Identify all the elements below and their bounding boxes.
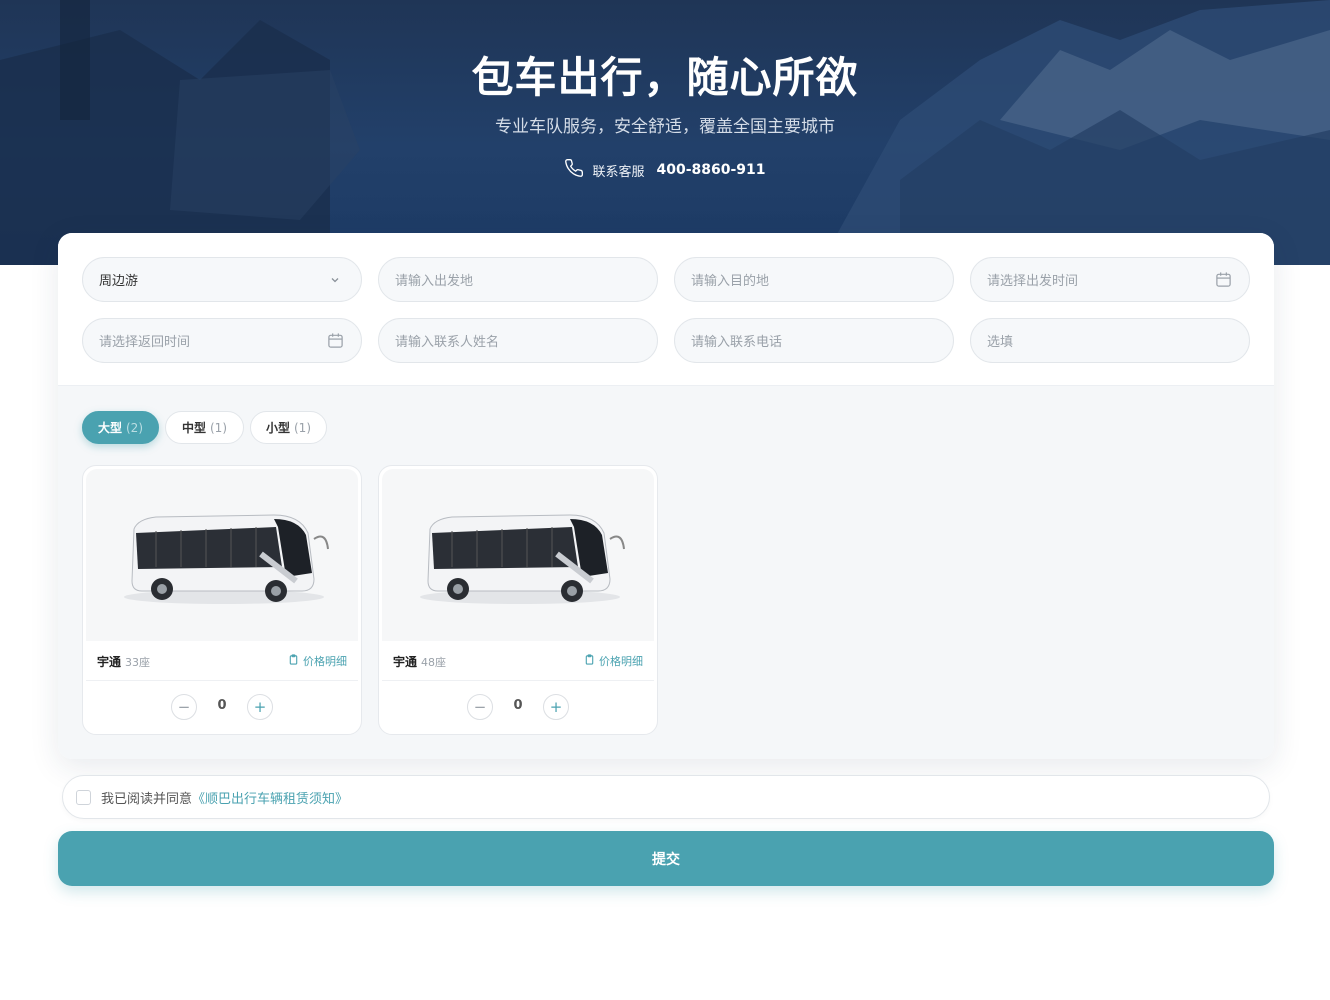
bus-icon xyxy=(124,514,329,604)
destination-placeholder: 请输入目的地 xyxy=(691,274,770,289)
price-detail-label: 价格明细 xyxy=(303,655,347,668)
agreement-link[interactable]: 《顺巴出行车辆租赁须知》 xyxy=(192,788,348,807)
plus-icon[interactable]: + xyxy=(543,694,569,720)
vehicle-brand-name: 宇通 xyxy=(97,655,122,669)
contact-phone-input[interactable]: 请输入联系电话 xyxy=(674,318,954,363)
destination-input[interactable]: 请输入目的地 xyxy=(674,257,954,302)
vehicle-seats: 48座 xyxy=(421,656,447,669)
trip-type-value: 周边游 xyxy=(99,274,139,289)
contact-phone-placeholder: 请输入联系电话 xyxy=(691,335,783,350)
trip-type-select[interactable]: 周边游 xyxy=(82,257,362,302)
hero-contact[interactable]: 联系客服 400-8860-911 xyxy=(0,158,1330,182)
minus-icon[interactable]: − xyxy=(467,694,493,720)
chevron-down-icon xyxy=(329,274,341,290)
bus-icon xyxy=(420,514,625,604)
price-detail-label: 价格明细 xyxy=(599,655,643,668)
bus-image xyxy=(382,469,654,641)
optional-placeholder: 选填 xyxy=(987,335,1014,350)
vehicle-brand: 宇通 33座 xyxy=(97,653,150,670)
tab-count: (1) xyxy=(294,420,311,435)
tab-count: (2) xyxy=(126,420,143,435)
return-time-input[interactable]: 请选择返回时间 xyxy=(82,318,362,363)
divider xyxy=(86,680,358,681)
phone-icon xyxy=(564,158,584,182)
agreement-text: 我已阅读并同意 xyxy=(101,791,193,807)
clipboard-icon xyxy=(584,654,595,668)
hero-title: 包车出行，随心所欲 xyxy=(471,53,859,102)
price-detail-link[interactable]: 价格明细 xyxy=(584,653,643,669)
clipboard-icon xyxy=(288,654,299,668)
contact-phone[interactable]: 400-8860-911 xyxy=(656,162,765,178)
vehicle-brand-name: 宇通 xyxy=(393,655,418,669)
tab-label: 大型 xyxy=(97,421,122,435)
divider xyxy=(382,680,654,681)
booking-form: 周边游 请输入出发地 请输入目的地 请选择出发时间 请选择返回时间 请输入联系人… xyxy=(58,233,1274,386)
vehicle-brand: 宇通 48座 xyxy=(393,653,446,670)
price-detail-link[interactable]: 价格明细 xyxy=(288,653,347,669)
booking-card: 周边游 请输入出发地 请输入目的地 请选择出发时间 请选择返回时间 请输入联系人… xyxy=(58,233,1274,759)
hero-banner: 包车出行，随心所欲 专业车队服务，安全舒适，覆盖全国主要城市 联系客服 400-… xyxy=(0,0,1330,265)
quantity-value: 0 xyxy=(217,698,227,713)
calendar-icon xyxy=(327,332,344,353)
hero-subtitle: 专业车队服务，安全舒适，覆盖全国主要城市 xyxy=(495,117,835,137)
depart-time-placeholder: 请选择出发时间 xyxy=(987,274,1079,289)
quantity-value: 0 xyxy=(513,698,523,713)
bus-image xyxy=(86,469,358,641)
departure-placeholder: 请输入出发地 xyxy=(395,274,474,289)
depart-time-input[interactable]: 请选择出发时间 xyxy=(970,257,1250,302)
return-time-placeholder: 请选择返回时间 xyxy=(99,335,191,350)
vehicle-seats: 33座 xyxy=(125,656,151,669)
plus-icon[interactable]: + xyxy=(247,694,273,720)
tab-large[interactable]: 大型 (2) xyxy=(82,411,159,444)
minus-icon[interactable]: − xyxy=(171,694,197,720)
tab-label: 中型 xyxy=(181,421,206,435)
agreement-checkbox[interactable] xyxy=(76,789,91,805)
submit-button[interactable]: 提交 xyxy=(58,831,1274,886)
tab-medium[interactable]: 中型 (1) xyxy=(165,411,244,444)
calendar-icon xyxy=(1215,271,1232,292)
tab-small[interactable]: 小型 (1) xyxy=(250,411,327,444)
tab-label: 小型 xyxy=(265,421,290,435)
departure-input[interactable]: 请输入出发地 xyxy=(378,257,658,302)
vehicle-card[interactable]: 宇通 33座 价格明细 − 0 + xyxy=(82,465,362,735)
vehicle-card[interactable]: 宇通 48座 价格明细 − 0 + xyxy=(378,465,658,735)
contact-name-placeholder: 请输入联系人姓名 xyxy=(395,335,500,350)
contact-name-input[interactable]: 请输入联系人姓名 xyxy=(378,318,658,363)
tab-count: (1) xyxy=(210,420,227,435)
optional-input[interactable]: 选填 xyxy=(970,318,1250,363)
agreement-row[interactable]: 我已阅读并同意 《顺巴出行车辆租赁须知》 xyxy=(62,775,1270,819)
contact-label: 联系客服 xyxy=(592,164,645,180)
